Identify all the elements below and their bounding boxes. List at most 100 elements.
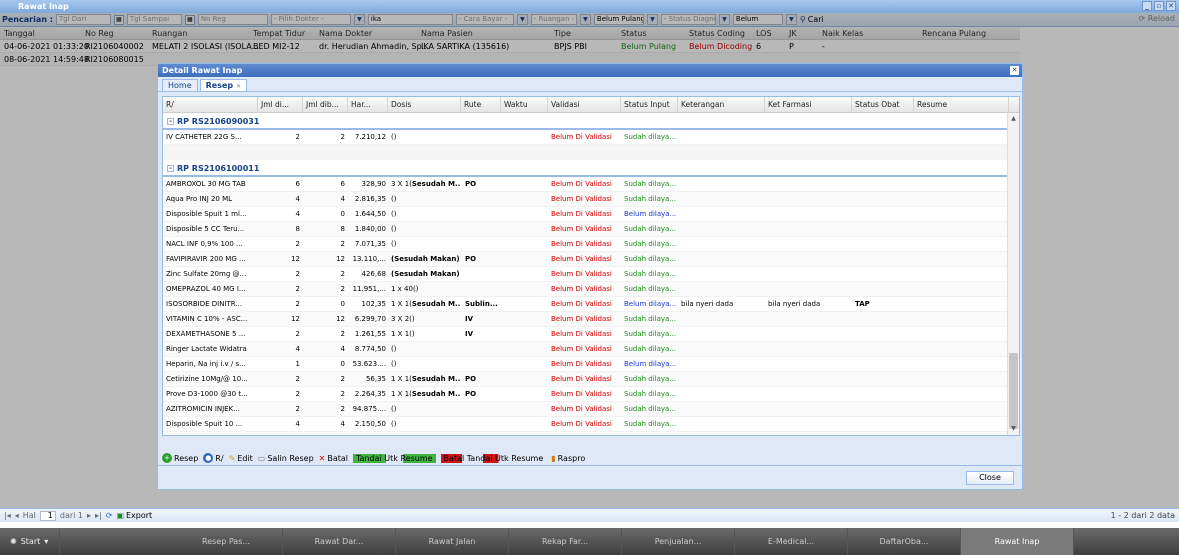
start-button[interactable]: ✺ Start ▾ [0,528,60,555]
col-waktu[interactable]: Waktu [501,97,548,113]
list-item[interactable]: ISOSORBIDE DINITR... 2 0 102,35 1 X 1(Sesuda… [163,297,1009,312]
cell-r: Disposible Spuit 1 ml... [166,210,247,218]
scroll-thumb[interactable] [1009,353,1018,429]
list-item[interactable]: Cetirizine 10Mg/@ 10... 2 2 56,35 1 X 1(Sesu… [163,372,1009,387]
list-item[interactable]: Disposible Spuit 10 ... 4 4 2.150,50 () Belum… [163,417,1009,432]
col-keterangan[interactable]: Keterangan [678,97,765,113]
cell-harga: 426,68 [361,270,387,278]
tab-home[interactable]: Home [162,79,198,91]
salin-resep-button[interactable]: ▭ Salin Resep [258,454,314,463]
cell-status: Sudah dilaya... [624,315,677,323]
list-item[interactable]: AZITROMICIN INJEK... 2 2 94.875.... () Belum … [163,402,1009,417]
group-header[interactable]: – RP RS2106100011 [163,160,1009,177]
col-rute[interactable]: Rute [461,97,501,113]
scroll-up-icon[interactable]: ▲ [1008,115,1019,125]
task-rawat-jalan[interactable]: Rawat Jalan [396,528,509,555]
cell-status: Sudah dilaya... [624,240,677,248]
list-item[interactable]: Disposible 3 CC (Ter...221.308,70()Belum… [163,432,1009,435]
add-resep-button[interactable]: + Resep [162,453,198,463]
cell-jml-di: 4 [295,195,300,203]
minimize-icon[interactable]: _ [1142,1,1152,11]
task-e-medical[interactable]: E-Medical... [735,528,848,555]
cell-jml-di: 2 [295,133,300,141]
last-page-icon[interactable]: ▸| [95,511,102,520]
export-button[interactable]: ▣ Export [116,511,152,520]
scroll-down-icon[interactable]: ▼ [1008,425,1019,435]
cell-jml-dib: 8 [340,225,345,233]
task-rawat-inap[interactable]: Rawat Inap [961,528,1074,555]
col-harga[interactable]: Har... [348,97,388,113]
dosis-text: 1 X 1( [391,300,412,308]
col-dosis[interactable]: Dosis [388,97,461,113]
tab-close-icon[interactable]: ✕ [236,83,241,90]
col-jml-di[interactable]: Jml di... [258,97,303,113]
close-icon[interactable]: ✕ [1166,1,1176,11]
cell-ketf: bila nyeri dada [768,300,821,308]
cell-harga: 8.774,50 [354,345,386,353]
batal-button[interactable]: ✕ Batal [319,454,348,463]
cell-validasi: Belum Di Validasi [551,375,612,383]
task-daftar-oba[interactable]: DaftarOba... [848,528,961,555]
edit-button[interactable]: ✎ Edit [229,454,253,463]
list-item[interactable]: NACL INF 0,9% 100 ... 2 2 7.071,35 () Belum D… [163,237,1009,252]
excel-icon: ▣ [116,511,124,520]
task-rekap-far[interactable]: Rekap Far... [509,528,622,555]
close-icon[interactable]: ✕ [1010,66,1019,75]
group-header[interactable]: – RP RS2106090031 [163,113,1009,130]
page-input[interactable]: 1 [39,510,56,521]
list-item[interactable]: Disposible Spuit 1 ml... 4 0 1.644,50 () Belu… [163,207,1009,222]
col-resume[interactable]: Resume [914,97,1009,113]
tandai-label: Tandai Utk Resume [356,453,433,463]
list-item[interactable]: VITAMIN C 10% - ASC... 12 12 6.299,70 3 X 2(… [163,312,1009,327]
col-validasi[interactable]: Validasi [548,97,621,113]
batal-tandai-button[interactable]: Batal Tandai Utk Resume [440,453,547,463]
list-item[interactable]: Aqua Pro INJ 20 ML 4 4 2.816,35 () Belum Di V… [163,192,1009,207]
restore-icon[interactable]: ▫ [1154,1,1164,11]
list-item[interactable]: Heparin, Na inj i.v / s... 1 0 53.623.... ()… [163,357,1009,372]
cell-status: Sudah dilaya... [624,270,677,278]
cell-r: IV CATHETER 22G S... [166,133,242,141]
tandai-resume-button[interactable]: Tandai Utk Resume [353,453,436,463]
tab-resep[interactable]: Resep ✕ [199,79,248,91]
col-status-input[interactable]: Status Input [621,97,678,113]
dosis-text: () [391,360,397,368]
col-status-obat[interactable]: Status Obat [852,97,914,113]
list-item[interactable]: Prove D3-1000 @30 t... 2 2 2.264,35 1 X 1(Se… [163,387,1009,402]
raspro-button[interactable]: ▮ Raspro [551,454,585,463]
task-penjualan[interactable]: Penjualan... [622,528,735,555]
task-rawat-dar[interactable]: Rawat Dar... [283,528,396,555]
cell-validasi: Belum Di Validasi [551,195,612,203]
resep-grid: R/ Jml di... Jml dib... Har... Dosis Rut… [162,96,1020,436]
cell-harga: 56,35 [365,375,386,383]
cell-jml-di: 8 [295,225,300,233]
globe-icon: ● [203,453,214,463]
list-item[interactable]: Ringer Lactate Widatra 4 4 8.774,50 () Belum … [163,342,1009,357]
list-item[interactable]: OMEPRAZOL 40 MG I... 2 2 11.951,... 1 x 40()… [163,282,1009,297]
vertical-scrollbar[interactable]: ▲ ▼ [1007,113,1019,435]
list-item[interactable]: FAVIPIRAVIR 200 MG ... 12 12 13.110,... (Ses… [163,252,1009,267]
col-jml-dib[interactable]: Jml dib... [303,97,348,113]
col-r[interactable]: R/ [163,97,258,113]
list-item[interactable]: Disposible 5 CC Teru... 8 8 1.840,00 () Belum… [163,222,1009,237]
next-page-icon[interactable]: ▸ [87,511,91,520]
add-r-button[interactable]: ● R/ [203,453,224,463]
list-item[interactable]: IV CATHETER 22G S... 2 2 7.210,12 () Belum Di… [163,130,1009,145]
cell-validasi: Belum Di Validasi [551,360,612,368]
col-ket-farmasi[interactable]: Ket Farmasi [765,97,852,113]
list-item[interactable]: AMBROXOL 30 MG TAB 6 6 328,90 3 X 1(Sesudah … [163,177,1009,192]
task-resep-pas[interactable]: Resep Pas... [170,528,283,555]
cell-jml-di: 2 [295,390,300,398]
dosis-bold: Sesudah M... [411,375,461,383]
refresh-icon[interactable]: ⟳ [106,511,113,520]
list-item[interactable]: DEXAMETHASONE 5 ... 2 2 1.261,55 1 X 1() IV Be… [163,327,1009,342]
collapse-icon[interactable]: – [167,165,174,172]
list-item[interactable]: Zinc Sulfate 20mg @... 2 2 426,68 (Sesudah M… [163,267,1009,282]
cell-harga: 2.264,35 [354,390,386,398]
close-button[interactable]: Close [966,471,1014,485]
hal-label: Hal [22,511,36,520]
prev-page-icon[interactable]: ◂ [15,511,19,520]
cell-jml-di: 2 [258,432,300,435]
cell-rute: PO [465,255,477,263]
collapse-icon[interactable]: – [167,118,174,125]
first-page-icon[interactable]: |◂ [4,511,11,520]
